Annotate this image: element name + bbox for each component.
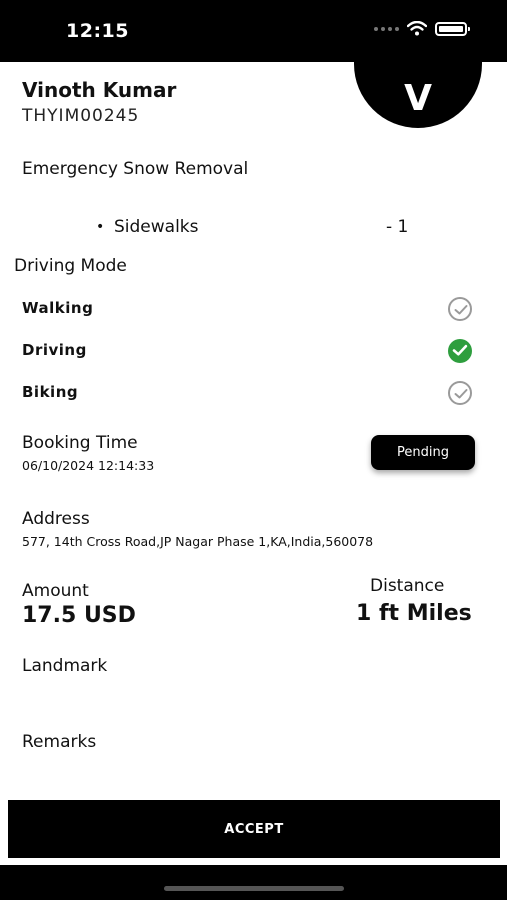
driving-mode-title: Driving Mode — [14, 256, 127, 276]
pending-status-button[interactable]: Pending — [371, 435, 475, 470]
wifi-icon — [407, 21, 427, 36]
avatar: V — [354, 62, 482, 128]
remarks-label: Remarks — [22, 732, 97, 752]
booking-details-card: V Vinoth Kumar THYIM00245 Emergency Snow… — [0, 62, 507, 865]
address-label: Address — [22, 509, 90, 529]
service-item-quantity: - 1 — [386, 217, 409, 237]
signal-icon — [374, 26, 399, 31]
check-circle-filled-icon[interactable] — [448, 339, 472, 363]
battery-icon — [435, 21, 470, 36]
address-value: 577, 14th Cross Road,JP Nagar Phase 1,KA… — [22, 534, 374, 549]
distance-label: Distance — [370, 576, 445, 596]
customer-name: Vinoth Kumar — [22, 78, 177, 102]
mode-driving-label[interactable]: Driving — [22, 341, 87, 359]
avatar-initial: V — [404, 78, 432, 119]
mode-walking-label[interactable]: Walking — [22, 299, 93, 317]
check-circle-icon[interactable] — [448, 381, 472, 405]
mode-biking-label[interactable]: Biking — [22, 383, 78, 401]
booking-time-value: 06/10/2024 12:14:33 — [22, 458, 155, 473]
booking-time-label: Booking Time — [22, 433, 138, 453]
check-circle-icon[interactable] — [448, 297, 472, 321]
accept-button[interactable]: ACCEPT — [8, 800, 500, 858]
landmark-label: Landmark — [22, 656, 108, 676]
service-item-name: Sidewalks — [114, 217, 199, 237]
amount-value: 17.5 USD — [22, 603, 136, 628]
customer-code: THYIM00245 — [22, 106, 140, 126]
distance-value: 1 ft Miles — [356, 601, 472, 626]
service-title: Emergency Snow Removal — [22, 159, 249, 179]
home-indicator[interactable] — [164, 886, 344, 891]
status-time: 12:15 — [66, 20, 129, 42]
bullet-icon: • — [96, 219, 105, 235]
amount-label: Amount — [22, 581, 89, 601]
status-icons — [374, 21, 470, 36]
status-bar: 12:15 — [0, 0, 507, 62]
